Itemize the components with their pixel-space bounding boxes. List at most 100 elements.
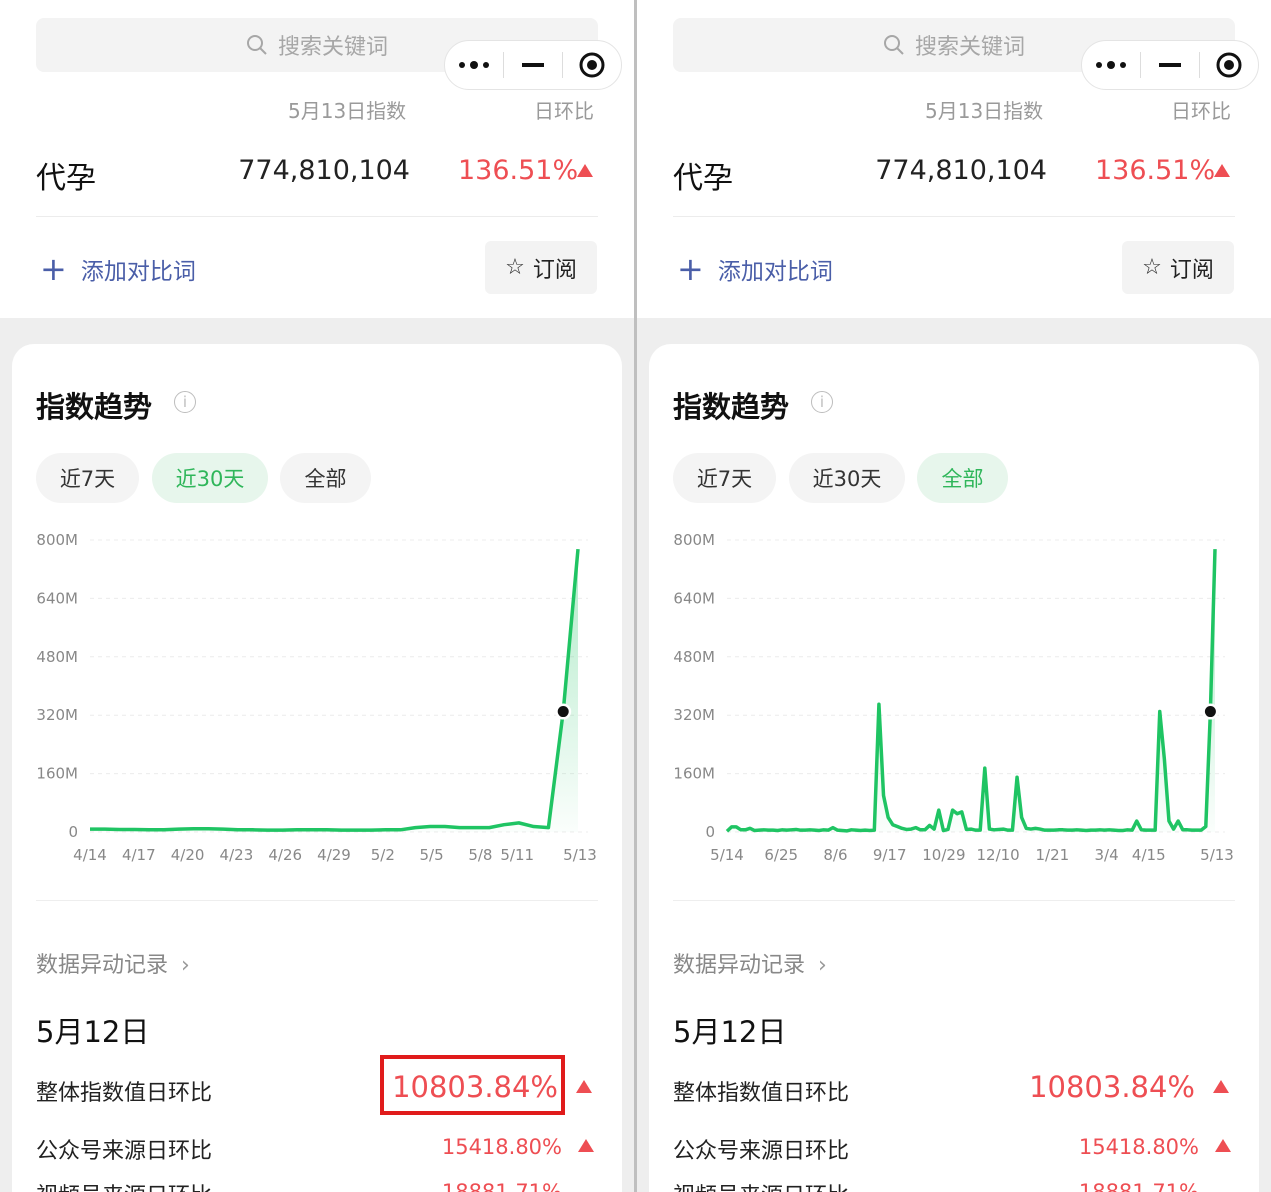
- data-point: [473, 827, 475, 829]
- star-icon: ☆: [505, 255, 525, 280]
- data-point: [1196, 829, 1198, 831]
- data-point: [800, 829, 802, 831]
- subscribe-button[interactable]: ☆ 订阅: [1122, 241, 1234, 294]
- x-tick-label: 1/21: [1035, 846, 1069, 864]
- tab-7days[interactable]: 近7天: [673, 453, 776, 503]
- record-date: 5月12日: [673, 1015, 787, 1049]
- keyword-index-value: 774,810,104: [238, 155, 410, 186]
- series-area: [90, 549, 578, 832]
- data-point: [326, 829, 328, 831]
- data-point: [956, 813, 958, 815]
- data-point: [984, 767, 986, 769]
- data-point: [823, 829, 825, 831]
- data-point: [767, 829, 769, 831]
- series-line: [725, 549, 1217, 833]
- data-point: [790, 829, 792, 831]
- chevron-right-icon: ›: [181, 953, 190, 978]
- divider: [36, 900, 598, 901]
- data-point: [818, 830, 820, 832]
- data-point: [846, 830, 848, 832]
- overall-change-label: 整体指数值日环比: [673, 1081, 850, 1106]
- x-tick-label: 4/20: [171, 846, 205, 864]
- triangle-up-icon: [1215, 1139, 1231, 1152]
- y-tick-label: 320M: [673, 706, 715, 724]
- info-icon[interactable]: i: [811, 391, 833, 413]
- data-point: [735, 826, 737, 828]
- data-point: [1113, 829, 1115, 831]
- data-point: [370, 829, 372, 831]
- data-point: [1016, 776, 1018, 778]
- divider: [673, 216, 1235, 217]
- data-point: [1076, 829, 1078, 831]
- subscribe-button[interactable]: ☆ 订阅: [485, 241, 597, 294]
- video-change-value: 18881.71%: [441, 1180, 562, 1192]
- close-button[interactable]: [1200, 41, 1258, 89]
- plus-icon: +: [40, 250, 67, 288]
- tab-7days[interactable]: 近7天: [36, 453, 139, 503]
- data-point: [1108, 829, 1110, 831]
- data-point: [148, 829, 150, 831]
- data-point: [1214, 548, 1216, 550]
- data-point: [1205, 826, 1207, 828]
- data-point: [488, 827, 490, 829]
- data-point: [896, 826, 898, 828]
- data-point: [237, 829, 239, 831]
- target-icon: [579, 52, 605, 78]
- tab-30days[interactable]: 近30天: [152, 453, 268, 503]
- data-point: [952, 809, 954, 811]
- data-point: [444, 826, 446, 828]
- y-tick-label: 0: [705, 823, 715, 841]
- close-button[interactable]: [563, 41, 621, 89]
- anomaly-record-label: 数据异动记录: [673, 953, 806, 978]
- index-date-label: 5月13日指数: [925, 99, 1044, 123]
- data-point: [178, 828, 180, 830]
- data-point: [988, 828, 990, 830]
- data-point: [758, 829, 760, 831]
- data-point: [813, 829, 815, 831]
- data-point: [429, 826, 431, 828]
- more-button[interactable]: [1082, 41, 1140, 89]
- x-tick-label: 12/10: [976, 846, 1019, 864]
- data-point: [1007, 829, 1009, 831]
- data-point: [89, 828, 91, 830]
- highlight-point[interactable]: [557, 706, 569, 718]
- y-tick-label: 640M: [36, 589, 78, 607]
- y-tick-label: 480M: [36, 648, 78, 666]
- y-tick-label: 800M: [36, 531, 78, 549]
- star-icon: ☆: [1142, 255, 1162, 280]
- search-placeholder: 搜索关键词: [914, 35, 1025, 60]
- data-point: [104, 828, 106, 830]
- anomaly-record-link[interactable]: 数据异动记录 ›: [673, 947, 827, 979]
- data-point: [1159, 711, 1161, 713]
- data-point: [924, 829, 926, 831]
- data-point: [933, 828, 935, 830]
- divider: [36, 216, 598, 217]
- data-point: [749, 827, 751, 829]
- tab-30days[interactable]: 近30天: [789, 453, 905, 503]
- info-icon[interactable]: i: [174, 391, 196, 413]
- search-placeholder: 搜索关键词: [277, 35, 388, 60]
- data-point: [906, 828, 908, 830]
- anomaly-record-link[interactable]: 数据异动记录 ›: [36, 947, 190, 979]
- official-account-change-label: 公众号来源日环比: [673, 1139, 850, 1164]
- more-button[interactable]: [445, 41, 503, 89]
- trend-chart[interactable]: 800M 640M 480M 320M 160M 0 4/14 4/17 4/20 4/23 4/2…: [12, 524, 622, 864]
- minimize-button[interactable]: [1141, 41, 1199, 89]
- video-change-label: 视频号来源日环比: [673, 1178, 849, 1192]
- highlight-point[interactable]: [1204, 706, 1216, 718]
- tab-all[interactable]: 全部: [280, 453, 371, 503]
- trend-chart[interactable]: 800M 640M 480M 320M 160M 0 5/14 6/25 8/6 9/17 10/2…: [649, 524, 1259, 864]
- more-dots-icon: [1096, 61, 1126, 69]
- tab-all[interactable]: 全部: [917, 453, 1008, 503]
- data-point: [942, 830, 944, 832]
- data-point: [222, 828, 224, 830]
- x-tick-label: 5/13: [1200, 846, 1234, 864]
- data-point: [266, 829, 268, 831]
- add-compare-button[interactable]: + 添加对比词: [677, 252, 833, 286]
- add-compare-button[interactable]: + 添加对比词: [40, 252, 196, 286]
- data-point: [252, 829, 254, 831]
- minimize-button[interactable]: [504, 41, 562, 89]
- x-tick-label: 5/2: [371, 846, 395, 864]
- data-point: [744, 829, 746, 831]
- data-point: [910, 828, 912, 830]
